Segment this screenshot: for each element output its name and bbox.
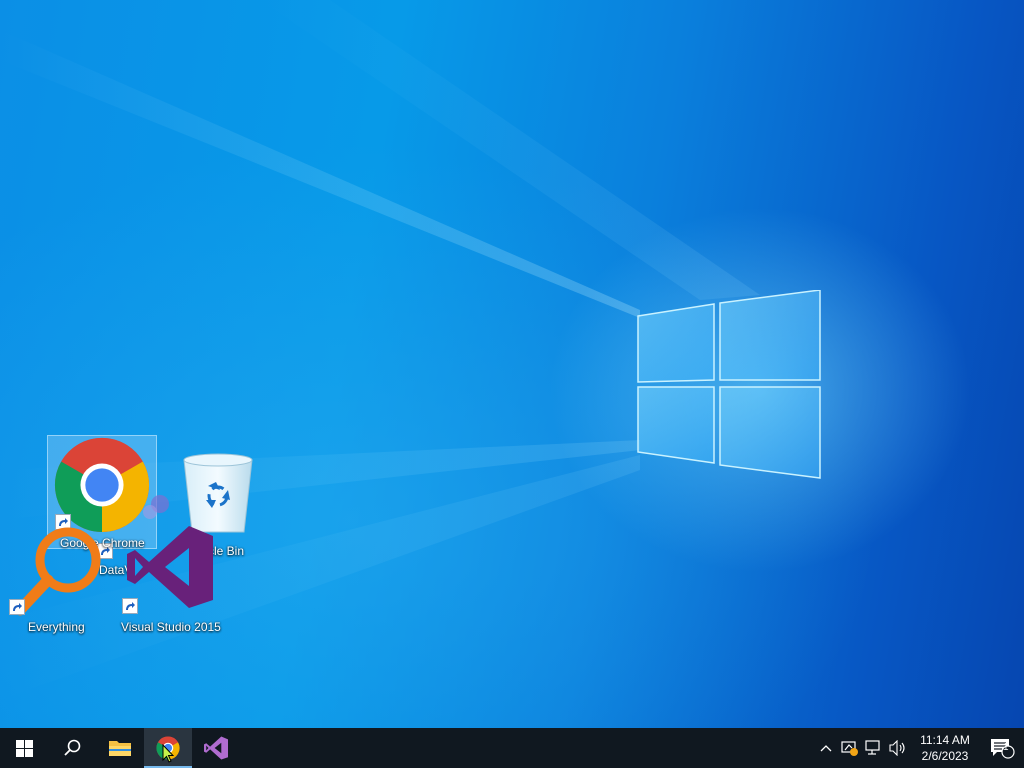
- network-tray-button[interactable]: [862, 728, 886, 768]
- desktop-icon-everything[interactable]: [14, 524, 104, 616]
- desktop-background[interactable]: ycle Bin DataV Google Chrome Everything …: [0, 0, 1024, 728]
- visual-studio-2015-label: Visual Studio 2015: [121, 620, 221, 634]
- taskbar-visual-studio[interactable]: [192, 728, 240, 768]
- taskbar-file-explorer[interactable]: [96, 728, 144, 768]
- chevron-up-icon: [820, 745, 832, 752]
- security-tray-button[interactable]: [838, 728, 862, 768]
- system-tray: 11:14 AM 2/6/2023 1: [814, 728, 1024, 768]
- search-button[interactable]: [48, 728, 96, 768]
- clock-date: 2/6/2023: [921, 749, 969, 763]
- visual-studio-icon: [127, 526, 213, 608]
- everything-magnifier-icon: [14, 527, 101, 616]
- start-button[interactable]: [0, 728, 48, 768]
- wallpaper-windows-logo: [637, 290, 821, 479]
- clock-time: 11:14 AM: [920, 733, 970, 747]
- search-icon: [64, 739, 81, 756]
- network-icon: [865, 740, 880, 755]
- folder-icon: [109, 741, 131, 756]
- mouse-cursor-icon: [162, 744, 174, 763]
- recycle-bin-icon: [183, 453, 253, 533]
- action-center-button[interactable]: 1: [980, 728, 1024, 768]
- wallpaper-light-rays: [0, 0, 760, 700]
- show-hidden-icons-button[interactable]: [814, 728, 838, 768]
- everything-shortcut-arrow-icon: [9, 599, 25, 615]
- volume-tray-button[interactable]: [886, 728, 910, 768]
- visual-studio-shortcut-arrow-icon: [122, 598, 138, 614]
- notification-count-badge: 1: [1003, 742, 1009, 753]
- notification-icon: [991, 739, 1015, 759]
- taskbar: 11:14 AM 2/6/2023 1: [0, 728, 1024, 768]
- taskbar-clock[interactable]: 11:14 AM 2/6/2023: [910, 728, 980, 768]
- windows-logo-icon: [15, 739, 33, 757]
- volume-icon: [889, 740, 905, 756]
- visual-studio-icon: [204, 736, 228, 760]
- desktop-icon-recycle-bin[interactable]: [172, 448, 264, 534]
- everything-label: Everything: [28, 620, 85, 634]
- security-warning-icon: [841, 741, 858, 756]
